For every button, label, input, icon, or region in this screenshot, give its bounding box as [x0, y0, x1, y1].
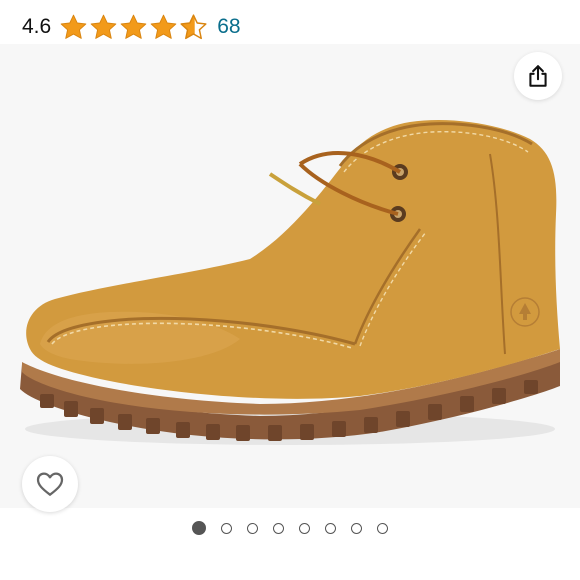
share-icon [529, 65, 547, 87]
wishlist-button[interactable] [22, 456, 78, 512]
star-icon [120, 14, 147, 39]
product-image-gallery[interactable] [0, 44, 580, 508]
rating-value: 4.6 [22, 15, 52, 38]
star-icon [150, 14, 177, 39]
star-half-icon [180, 13, 207, 39]
carousel-dot[interactable] [247, 522, 258, 534]
carousel-dot[interactable] [192, 521, 206, 535]
carousel-dot[interactable] [299, 522, 310, 534]
star-rating [59, 13, 209, 42]
carousel-dot[interactable] [325, 522, 336, 534]
carousel-dot[interactable] [351, 522, 362, 534]
star-icon [90, 14, 117, 39]
carousel-pagination [0, 518, 580, 538]
review-count-link[interactable]: 68 [217, 15, 240, 39]
product-image [0, 44, 580, 508]
carousel-dot[interactable] [221, 522, 232, 534]
share-button[interactable] [514, 52, 562, 100]
star-icon [60, 14, 87, 39]
rating-row: 4.6 68 [22, 10, 241, 44]
carousel-dot[interactable] [273, 522, 284, 534]
heart-outline-icon [36, 472, 64, 496]
carousel-dot[interactable] [377, 522, 388, 534]
